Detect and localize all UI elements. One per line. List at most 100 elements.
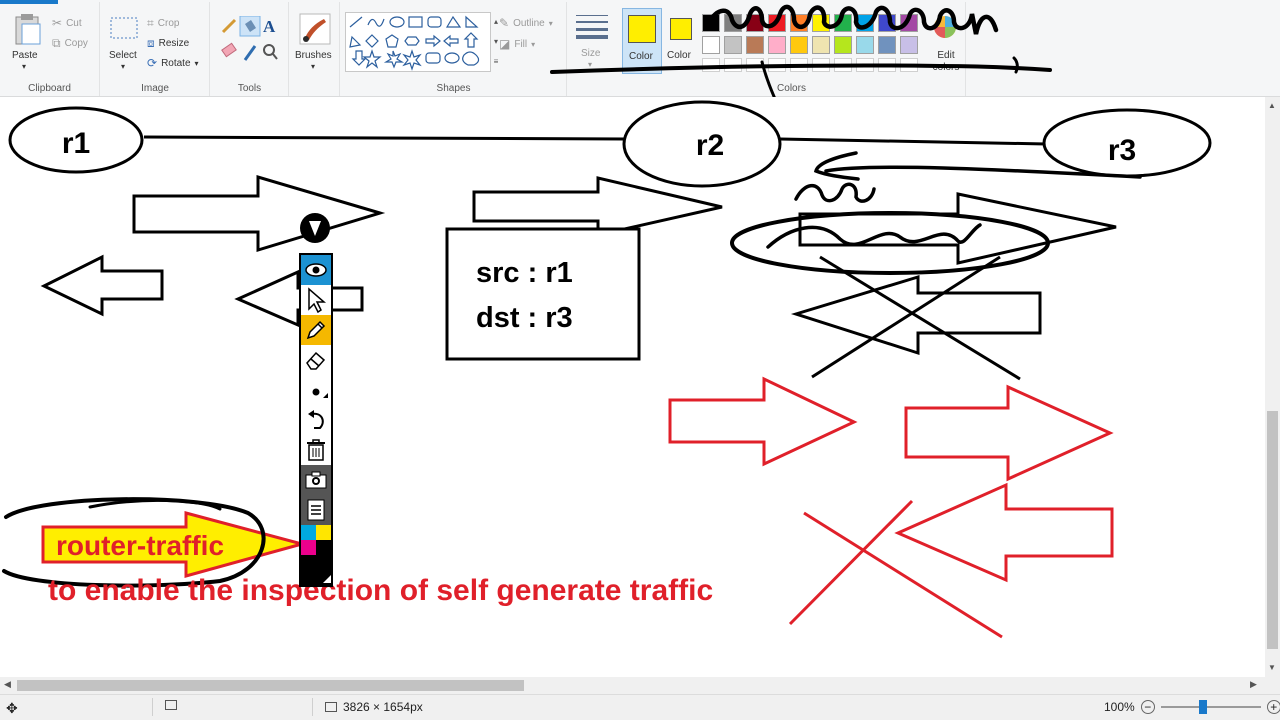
vertical-scrollbar[interactable]: ▲ ▼: [1265, 97, 1280, 677]
cursor-position: ✥: [6, 700, 18, 717]
router-label-r2: r2: [696, 129, 724, 162]
scroll-up-icon[interactable]: ▲: [1268, 101, 1276, 110]
crop-icon: ⌗: [147, 15, 154, 30]
stroke-size-icon[interactable]: [301, 375, 331, 405]
copy-icon: ⧉: [52, 35, 61, 50]
router-label-r3: r3: [1108, 134, 1136, 167]
image-size-icon: [325, 702, 337, 712]
red-arrow-right-2: [904, 384, 1114, 482]
camera-icon[interactable]: [301, 465, 331, 495]
arrow-right-1: [132, 174, 386, 253]
tools-group-label: Tools: [237, 83, 262, 94]
paste-button[interactable]: Paste ▾: [8, 10, 48, 76]
packet-dst: dst : r3: [476, 302, 573, 334]
clipboard-group: Paste ▾ ✂ Cut ⧉ Copy Clipboard: [0, 2, 100, 96]
cross-line-2: [811, 255, 1001, 379]
selection-size: [165, 700, 177, 710]
annotation-toolbar: [299, 253, 333, 587]
scroll-down-icon[interactable]: ▼: [1268, 663, 1276, 672]
image-group-label: Image: [141, 83, 169, 94]
fill-icon: ◪: [499, 37, 511, 51]
zoom-slider-track: [1160, 706, 1261, 708]
pen-icon[interactable]: [301, 315, 331, 345]
copy-label: Copy: [64, 37, 88, 49]
zoom-in-icon[interactable]: +: [1266, 700, 1280, 714]
horizontal-scroll-thumb[interactable]: [17, 680, 524, 691]
svg-text:A: A: [263, 17, 276, 36]
chevron-down-icon: ▾: [531, 39, 536, 49]
eraser-icon[interactable]: [301, 345, 331, 375]
arrow-right-3: [798, 192, 1117, 265]
acl-scribble: [794, 182, 876, 203]
zoom-out-icon[interactable]: −: [1140, 700, 1155, 714]
image-group: Select ▾ ⌗ Crop ⧈ Resize ⟳ Rotate ▾ Imag…: [101, 2, 210, 96]
image-dimensions: 3826 × 1654px: [325, 700, 423, 714]
packet-box: [445, 227, 641, 361]
fill-button[interactable]: ◪ Fill ▾: [499, 35, 535, 53]
pencil-icon[interactable]: [219, 16, 239, 36]
brushes-group[interactable]: Brushes ▾: [290, 2, 340, 96]
rotate-button[interactable]: ⟳ Rotate ▾: [147, 54, 199, 72]
color-picker-icon[interactable]: [243, 45, 257, 61]
notes-icon[interactable]: [301, 495, 331, 525]
selection-rectangle-icon: [110, 17, 138, 39]
crop-label: Crop: [157, 17, 180, 29]
arrow-left-3: [790, 274, 1042, 356]
canvas-drawing: r1 r2 r3 src : r1 dst : r3 router-traffi…: [2, 100, 1212, 639]
crop-button[interactable]: ⌗ Crop: [147, 14, 179, 32]
move-cursor-icon: ✥: [6, 700, 18, 716]
resize-label: Resize: [158, 37, 190, 49]
shapes-gallery[interactable]: [345, 12, 491, 72]
zoom-controls: 100% − +: [1104, 700, 1280, 714]
eye-icon[interactable]: [301, 255, 331, 285]
outline-icon: ✎: [499, 16, 510, 30]
image-dimensions-text: 3826 × 1654px: [343, 700, 423, 714]
tools-grid: A: [219, 16, 278, 61]
cut-button[interactable]: ✂ Cut: [52, 14, 82, 32]
brush-icon: [299, 13, 331, 45]
magnifier-icon[interactable]: [263, 44, 278, 60]
return-arrow-head: [813, 151, 860, 181]
link-r1-r2: [143, 135, 627, 141]
horizontal-scrollbar[interactable]: ◀ ▶: [0, 677, 1265, 694]
color-swatch-icon[interactable]: [301, 525, 331, 585]
packet-src: src : r1: [476, 257, 573, 289]
undo-icon[interactable]: [301, 405, 331, 435]
zoom-slider-thumb[interactable]: [1198, 700, 1207, 714]
handwritten-scribble-top: [550, 4, 1052, 108]
scroll-left-icon[interactable]: ◀: [4, 679, 11, 690]
shapes-group: ▴ ▾ ≡ ✎ Outline ▾ ◪ Fill ▾ Shapes: [341, 2, 567, 96]
zoom-slider[interactable]: [1160, 700, 1261, 714]
pointer-icon[interactable]: [301, 285, 331, 315]
paste-label: Paste: [12, 50, 38, 61]
paste-icon: [15, 14, 41, 45]
tools-group: A Tools: [211, 2, 289, 96]
chevron-down-icon: ▾: [194, 58, 199, 68]
chevron-down-icon: ▾: [311, 62, 316, 71]
chevron-down-icon: ▾: [121, 62, 126, 71]
shapes-group-label: Shapes: [436, 83, 471, 94]
scroll-right-icon[interactable]: ▶: [1250, 679, 1257, 690]
rotate-icon: ⟳: [147, 56, 158, 70]
scissors-icon: ✂: [52, 16, 63, 30]
fill-bucket-icon[interactable]: [239, 16, 261, 37]
scrollbar-corner: [1265, 677, 1280, 694]
router-label-r1: r1: [62, 127, 90, 160]
drawing-canvas[interactable]: r1 r2 r3 src : r1 dst : r3 router-traffi…: [0, 97, 1265, 677]
paint-window: Paste ▾ ✂ Cut ⧉ Copy Clipboard Select ▾: [0, 0, 1280, 720]
status-divider: [152, 698, 153, 716]
text-tool-icon[interactable]: A: [263, 17, 276, 36]
clipboard-group-label: Clipboard: [28, 83, 71, 94]
resize-button[interactable]: ⧈ Resize: [147, 34, 189, 52]
eraser-icon[interactable]: [221, 42, 237, 58]
red-cross-line-2: [788, 499, 914, 626]
copy-button[interactable]: ⧉ Copy: [52, 34, 88, 52]
red-arrow-right-1: [668, 376, 858, 467]
acl-action-ellipse: [730, 211, 1050, 275]
resize-icon: ⧈: [147, 35, 155, 50]
status-bar: ✥ 3826 × 1654px 100% − +: [0, 694, 1280, 720]
arrow-left-1: [40, 254, 164, 317]
select-button[interactable]: Select ▾: [107, 14, 141, 72]
vertical-scroll-thumb[interactable]: [1267, 411, 1278, 649]
trash-icon[interactable]: [301, 435, 331, 465]
